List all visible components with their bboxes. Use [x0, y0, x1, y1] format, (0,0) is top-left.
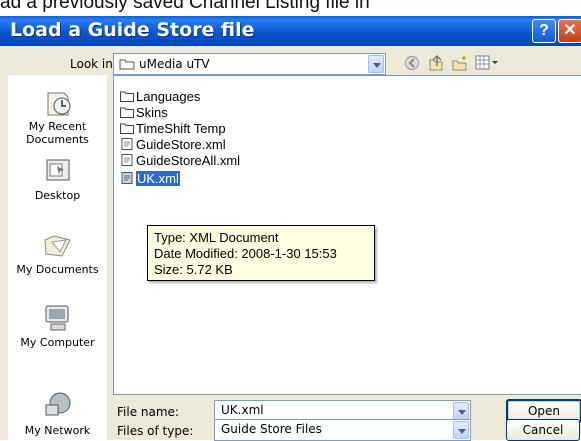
place-my-network[interactable]: My Network: [8, 391, 107, 437]
list-item[interactable]: GuideStoreAll.xml: [120, 153, 240, 169]
place-label: Desktop: [34, 189, 81, 202]
file-list[interactable]: Languages Skins TimeShift Temp GuideStor…: [113, 75, 581, 395]
tooltip-type: Type: XML Document: [154, 230, 279, 245]
list-item[interactable]: Skins: [120, 105, 168, 121]
my-network-icon: [45, 392, 70, 416]
lookin-label: Look in:: [70, 57, 117, 71]
dialog-title: Load a Guide Store file: [10, 19, 255, 41]
list-item[interactable]: GuideStore.xml: [120, 137, 226, 153]
lookin-value: uMedia uTV: [139, 57, 210, 71]
filename-value: UK.xml: [221, 403, 264, 417]
close-button[interactable]: ✕: [558, 19, 581, 43]
folder-icon: [120, 123, 134, 134]
xml-file-icon: [121, 138, 133, 150]
help-button[interactable]: ?: [532, 19, 556, 43]
filetype-value: Guide Store Files: [221, 422, 322, 436]
place-label: My Network: [24, 424, 91, 437]
place-label: My Computer: [20, 336, 95, 349]
place-label: My Recent Documents: [26, 120, 89, 146]
folder-icon: [119, 59, 135, 70]
desktop-icon: [46, 159, 69, 181]
folder-icon: [120, 91, 134, 102]
chevron-down-icon[interactable]: [453, 421, 469, 439]
place-recent-documents[interactable]: My Recent Documents: [8, 87, 107, 146]
recent-documents-icon: [47, 92, 70, 116]
list-item[interactable]: TimeShift Temp: [120, 121, 226, 137]
filename-label: File name:: [117, 405, 179, 419]
views-menu-icon[interactable]: [475, 55, 501, 71]
cancel-button[interactable]: Cancel: [506, 419, 580, 441]
folder-icon: [120, 107, 134, 118]
tooltip-date-modified: Date Modified: 2008-1-30 15:53: [154, 246, 337, 261]
list-item[interactable]: Languages: [120, 89, 200, 105]
title-bar[interactable]: Load a Guide Store file ? ✕: [0, 16, 581, 46]
up-folder-icon[interactable]: [428, 54, 444, 72]
lookin-combo[interactable]: uMedia uTV: [113, 53, 386, 75]
place-label: My Documents: [16, 263, 99, 276]
places-bar: My Recent Documents Desktop My Documents: [8, 75, 107, 441]
xml-file-icon: [121, 154, 133, 166]
load-guide-store-dialog: Load a Guide Store file ? ✕ Look in: uMe…: [0, 16, 581, 441]
chevron-down-icon[interactable]: [453, 402, 469, 420]
tooltip-size: Size: 5.72 KB: [154, 262, 233, 277]
chevron-down-icon[interactable]: [368, 55, 384, 73]
my-documents-icon: [43, 235, 71, 257]
filetype-label: Files of type:: [117, 424, 194, 438]
back-icon[interactable]: [404, 55, 420, 71]
my-computer-icon: [45, 305, 68, 331]
xml-file-icon: [121, 172, 133, 184]
filetype-select[interactable]: Guide Store Files: [214, 419, 471, 441]
place-my-documents[interactable]: My Documents: [8, 230, 107, 276]
place-my-computer[interactable]: My Computer: [8, 303, 107, 349]
place-desktop[interactable]: Desktop: [8, 156, 107, 202]
file-tooltip: Type: XML Document Date Modified: 2008-1…: [147, 225, 375, 281]
new-folder-icon[interactable]: [451, 54, 469, 72]
background-window-text: ad a previously saved Channel Listing fi…: [0, 0, 370, 13]
list-item-selected[interactable]: UK.xml: [120, 171, 180, 187]
